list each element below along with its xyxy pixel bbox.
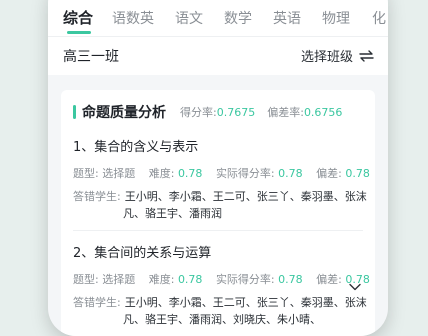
wrong-students-label: 答错学生: [73,296,121,309]
wrong-students-names: 王小明、李小霜、王二可、张三丫、秦羽墨、张沫凡、骆王宇、潘雨润 [123,190,367,220]
question-meta: 题型: 选择题 难度: 0.78 实际得分率: 0.78 偏差: 0.78 [73,271,380,287]
question-title: 2、集合间的关系与运算 [73,246,212,261]
bias-value: 0.78 [345,167,370,180]
actual-rate-value: 0.78 [278,273,303,286]
class-bar: 高三一班 选择班级 [48,36,388,75]
difficulty-label: 难度: [148,167,175,180]
actual-rate-label: 实际得分率: [215,273,275,286]
phone-screen: 综合 语数英 语文 数学 英语 物理 化 高三一班 选择班级 命题质量分析 得分… [48,0,388,336]
switch-class-label: 选择班级 [300,50,353,65]
wrong-students: 答错学生: 王小明、李小霜、王二可、张三丫、秦羽墨、张沫凡、骆王宇、潘雨润 [73,188,367,222]
question-meta: 题型: 选择题 难度: 0.78 实际得分率: 0.78 偏差: 0.78 [73,165,380,181]
actual-rate-value: 0.78 [278,167,303,180]
card-title: 命题质量分析 [82,105,166,121]
card-header: 命题质量分析 得分率: 0.7675 偏差率: 0.6756 [73,104,354,121]
tab-physics[interactable]: 物理 [322,8,350,28]
tab-chemistry[interactable]: 化 [372,8,386,28]
deviation-value: 0.6756 [303,105,343,119]
score-rate-label: 得分率: [180,106,217,119]
score-rate-value: 0.7675 [216,105,256,119]
bias-label: 偏差: [316,273,342,286]
tab-overall[interactable]: 综合 [63,7,93,28]
difficulty-label: 难度: [148,273,175,286]
tab-chinese-math-english[interactable]: 语数英 [112,8,154,28]
difficulty-value: 0.78 [177,273,203,286]
wrong-students-label: 答错学生: [73,190,121,203]
type-value: 选择题 [102,273,136,286]
divider [73,230,363,231]
type-label: 题型: [73,167,99,180]
tab-math[interactable]: 数学 [224,8,252,28]
subject-tabs: 综合 语数英 语文 数学 英语 物理 化 [48,0,388,36]
active-tab-indicator [67,31,91,34]
quality-analysis-card: 命题质量分析 得分率: 0.7675 偏差率: 0.6756 1、集合的含义与表… [61,90,375,336]
accent-bar [73,105,76,119]
difficulty-value: 0.78 [177,167,203,180]
tab-english[interactable]: 英语 [273,8,301,28]
chevron-down-icon[interactable] [349,283,361,291]
bias-label: 偏差: [316,167,342,180]
type-value: 选择题 [102,167,136,180]
deviation-label: 偏差率: [267,106,304,119]
tab-chinese[interactable]: 语文 [175,8,203,28]
question-title: 1、集合的含义与表示 [73,140,199,155]
swap-arrows-icon [359,49,374,62]
actual-rate-label: 实际得分率: [215,167,275,180]
type-label: 题型: [73,273,99,286]
class-name: 高三一班 [63,49,119,65]
switch-class-button[interactable]: 选择班级 [301,46,374,65]
